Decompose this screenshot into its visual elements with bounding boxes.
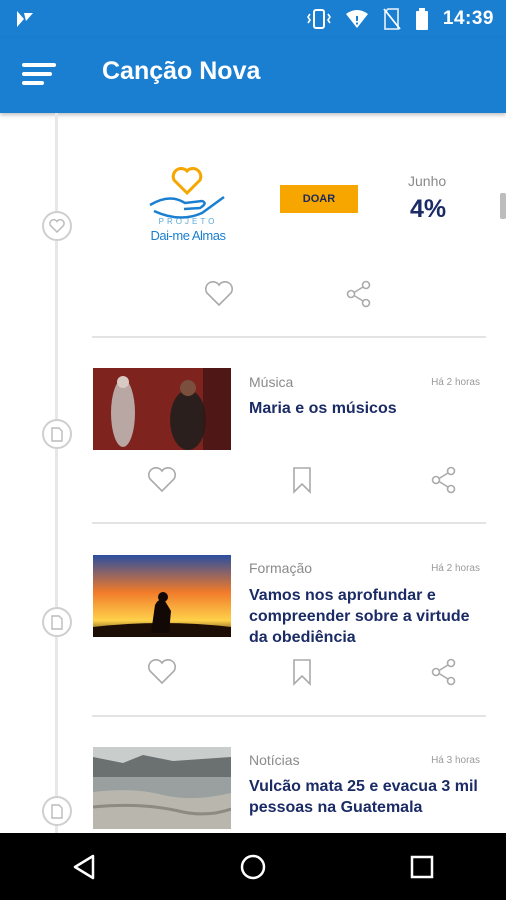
article-thumbnail[interactable]	[93, 555, 231, 637]
article-time: Há 3 horas	[431, 755, 480, 766]
vibrate-icon	[306, 9, 331, 29]
article-category: Notícias	[249, 752, 300, 768]
donate-button[interactable]: DOAR	[280, 185, 358, 213]
no-sim-icon	[383, 8, 401, 30]
menu-icon-bar	[22, 81, 44, 85]
article-thumbnail[interactable]	[93, 368, 231, 450]
home-button[interactable]	[223, 837, 283, 897]
article-title[interactable]: Maria e os músicos	[249, 398, 484, 419]
article-category: Música	[249, 374, 294, 390]
menu-icon-bar	[22, 72, 52, 76]
feed[interactable]: PROJETO Dai-me Almas DOAR Junho 4% Músic…	[0, 113, 506, 833]
divider	[92, 522, 486, 524]
recents-button[interactable]	[392, 837, 452, 897]
article-title[interactable]: Vulcão mata 25 e evacua 3 mil pessoas na…	[249, 776, 484, 818]
article-time: Há 2 horas	[431, 377, 480, 388]
app-title: Canção Nova	[102, 57, 261, 85]
status-bar: 14:39	[0, 0, 506, 38]
bookmark-icon[interactable]	[287, 657, 317, 687]
back-icon	[74, 854, 95, 879]
logo-project-text: PROJETO	[158, 217, 218, 226]
share-icon[interactable]	[429, 657, 459, 687]
wifi-icon	[345, 10, 368, 28]
divider	[92, 336, 486, 338]
share-icon[interactable]	[344, 279, 374, 309]
article-category: Formação	[249, 560, 313, 576]
article-time: Há 2 horas	[431, 563, 480, 574]
article-timeline-icon	[42, 607, 72, 637]
donation-percent: 4%	[410, 195, 447, 223]
article-timeline-icon	[42, 419, 72, 449]
like-icon[interactable]	[147, 465, 177, 495]
clock: 14:39	[442, 8, 494, 29]
divider	[92, 715, 486, 717]
menu-button[interactable]	[22, 61, 56, 89]
scrollbar[interactable]	[500, 193, 506, 219]
recents-icon	[410, 855, 433, 878]
like-icon[interactable]	[147, 657, 177, 687]
logo-project-name: Dai-me Almas	[150, 228, 226, 243]
menu-icon-bar	[22, 63, 56, 67]
donation-month: Junho	[408, 173, 447, 189]
article-title[interactable]: Vamos nos aprofundar e compreender sobre…	[249, 585, 484, 648]
article-timeline-icon	[42, 796, 72, 826]
back-button[interactable]	[54, 837, 114, 897]
battery-icon	[415, 8, 428, 30]
like-icon[interactable]	[204, 279, 234, 309]
article-thumbnail[interactable]	[93, 747, 231, 829]
app-bar: Canção Nova	[0, 38, 506, 113]
home-icon	[240, 854, 266, 879]
bookmark-icon[interactable]	[287, 465, 317, 495]
share-icon[interactable]	[429, 465, 459, 495]
heart-timeline-icon	[42, 211, 72, 241]
app-notification-icon	[17, 11, 33, 27]
system-nav-bar	[0, 833, 506, 900]
